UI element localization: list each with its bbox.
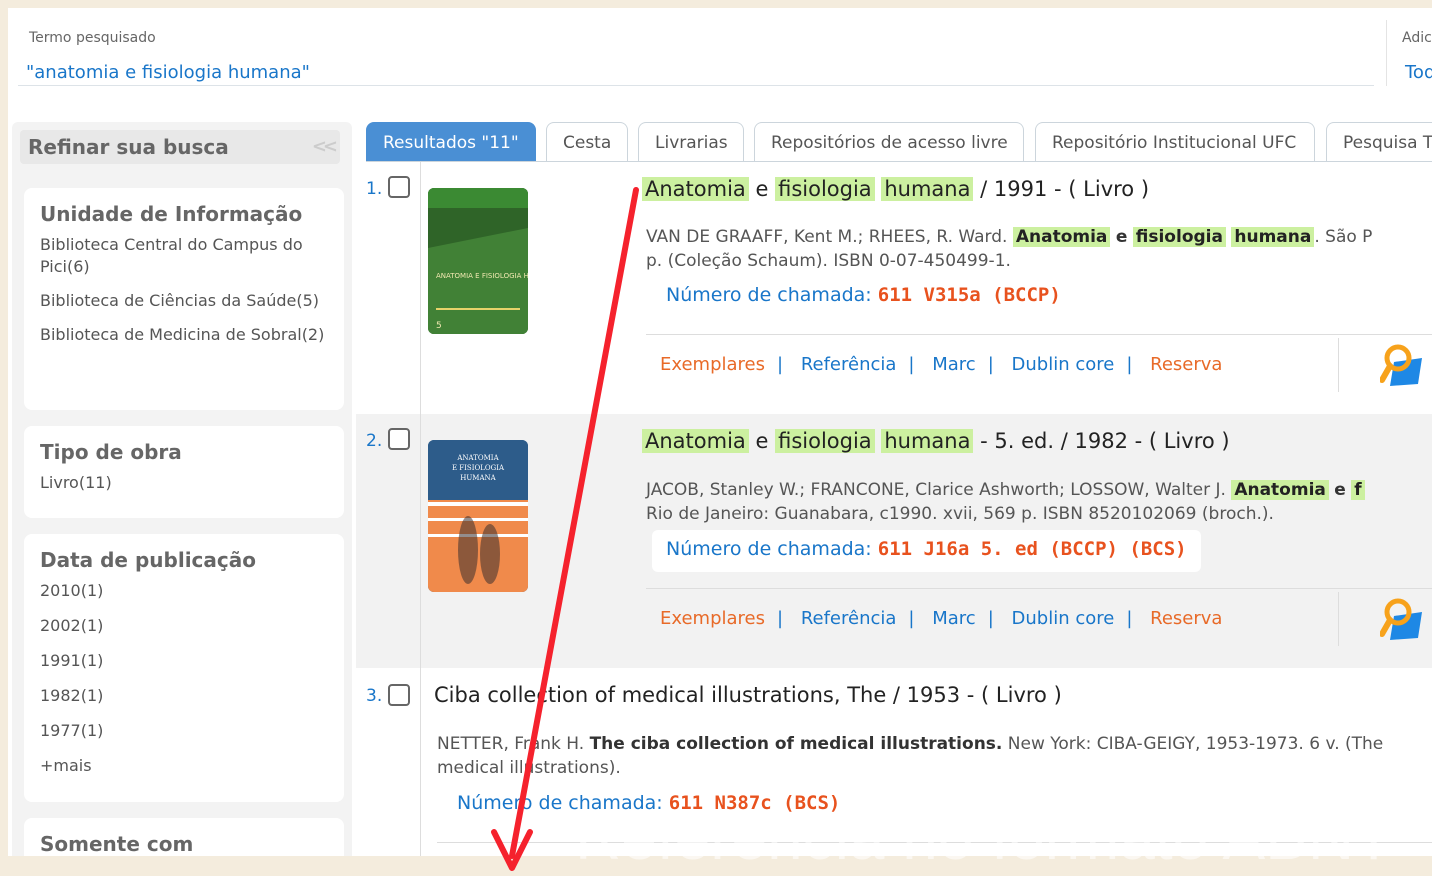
annotation-arrow	[491, 187, 639, 871]
